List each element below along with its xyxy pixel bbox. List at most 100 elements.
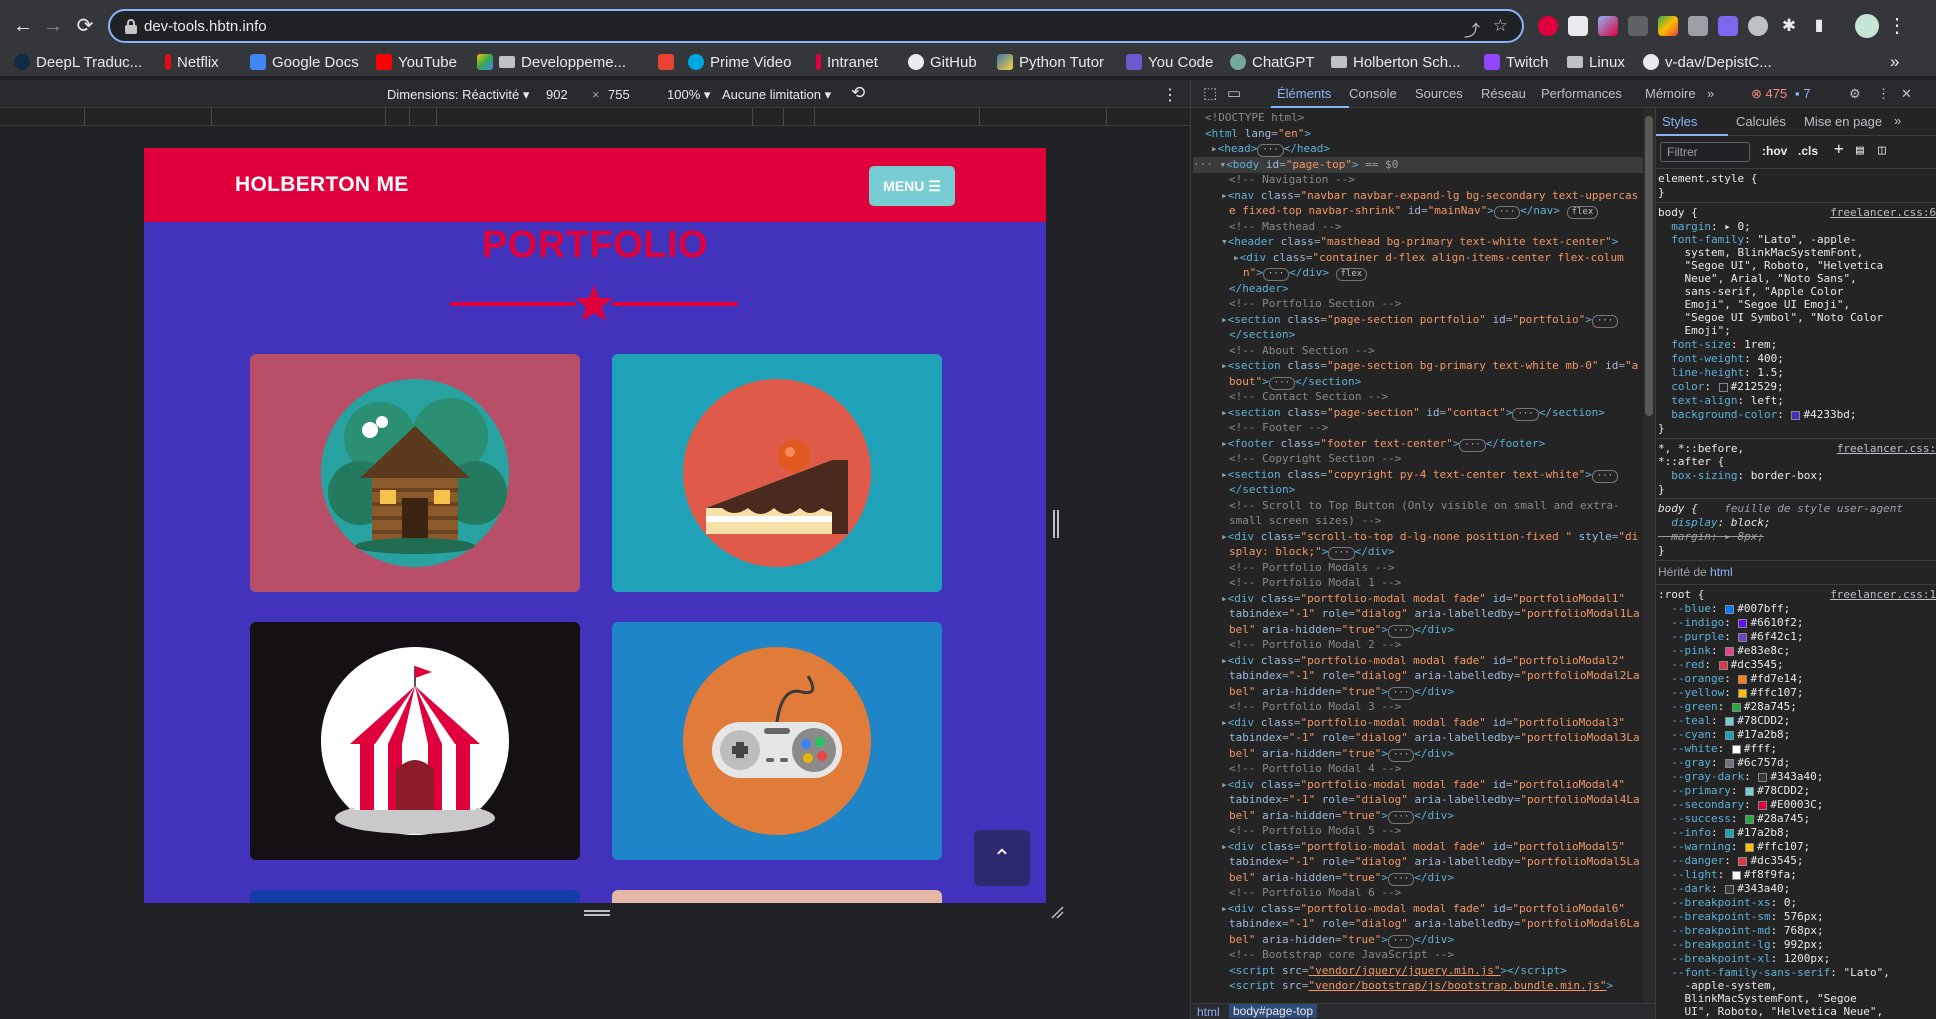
dom-line[interactable]: ▸<nav class="navbar navbar-expand-lg bg-… [1221, 188, 1638, 204]
dom-line[interactable]: <script src="vendor/jquery/jquery.min.js… [1229, 963, 1567, 979]
side-panel-icon[interactable]: ▮ [1806, 13, 1832, 39]
dom-line[interactable]: n"> ··· </div> flex [1243, 265, 1368, 281]
extension-color-icon[interactable] [1598, 16, 1618, 36]
dom-line[interactable]: <!-- Portfolio Modal 3 --> [1229, 699, 1401, 715]
menu-button[interactable]: MENU ☰ [869, 166, 955, 206]
dom-line[interactable]: bel" aria-hidden="true"> ··· </div> [1229, 932, 1454, 948]
dom-line[interactable]: <!-- Masthead --> [1229, 219, 1342, 235]
bookmark-netflix[interactable]: Netflix [165, 52, 219, 72]
bookmark-chatgpt[interactable]: ChatGPT [1230, 52, 1315, 72]
dom-line[interactable]: ▸<section class="copyright py-4 text-cen… [1221, 467, 1619, 483]
extension-grey-icon[interactable] [1628, 16, 1648, 36]
bookmark-twitch[interactable]: Twitch [1484, 52, 1549, 72]
bookmark-holberton[interactable]: Holberton Sch... [1331, 52, 1461, 72]
tab-styles[interactable]: Styles [1662, 115, 1697, 129]
style-rule-universal[interactable]: *, *::before, freelancer.css:46 [1658, 442, 1936, 456]
dom-line[interactable]: small screen sizes) --> [1229, 513, 1381, 529]
hov-toggle[interactable]: :hov [1762, 144, 1787, 159]
device-toggle-icon[interactable]: ▭ [1227, 84, 1241, 102]
styles-filter-input[interactable]: Filtrer [1660, 142, 1750, 162]
extension-red-icon[interactable] [1538, 16, 1558, 36]
tab-layout[interactable]: Mise en page [1804, 115, 1882, 129]
extensions-puzzle-icon[interactable]: ✱ [1776, 13, 1802, 39]
dom-line[interactable]: bel" aria-hidden="true"> ··· </div> [1229, 746, 1454, 762]
throttling-select[interactable]: Aucune limitation ▾ [722, 87, 831, 103]
extension-gear-icon[interactable] [1748, 16, 1768, 36]
elements-scrollbar[interactable] [1643, 108, 1655, 1003]
more-styles-tabs-icon[interactable]: » [1894, 114, 1901, 128]
dom-line[interactable]: ▸<div class="portfolio-modal modal fade"… [1221, 653, 1625, 669]
bookmark-python-tutor[interactable]: Python Tutor [997, 52, 1104, 72]
rotate-icon[interactable]: ⟲ [851, 83, 865, 103]
bookmark-star-icon[interactable]: ☆ [1493, 16, 1508, 36]
zoom-select[interactable]: 100% ▾ [667, 87, 710, 103]
tab-performance[interactable]: Performances [1541, 86, 1622, 101]
bookmark-google-docs[interactable]: Google Docs [250, 52, 359, 72]
dom-line[interactable]: <!-- Contact Section --> [1229, 389, 1388, 405]
dom-line[interactable]: ▸<div class="portfolio-modal modal fade"… [1221, 777, 1625, 793]
dom-line[interactable]: ▸<div class="portfolio-modal modal fade"… [1221, 901, 1625, 917]
bookmark-prime-video[interactable]: Prime Video [688, 52, 791, 72]
dom-line[interactable]: <!-- Footer --> [1229, 420, 1328, 436]
viewport-resize-handle-bottom[interactable] [584, 910, 610, 916]
breadcrumb-body[interactable]: body#page-top [1229, 1004, 1318, 1018]
dom-line[interactable]: <!-- Copyright Section --> [1229, 451, 1401, 467]
tab-console[interactable]: Console [1349, 86, 1397, 101]
dom-line[interactable]: <!-- Portfolio Section --> [1229, 296, 1401, 312]
viewport-resize-corner-icon[interactable] [1050, 905, 1064, 919]
bookmark-developpement[interactable]: Developpeme... [477, 52, 626, 72]
more-bookmarks-icon[interactable]: » [1890, 52, 1899, 72]
dom-line[interactable]: e fixed-top navbar-shrink" id="mainNav">… [1229, 203, 1599, 219]
tab-sources[interactable]: Sources [1415, 86, 1463, 101]
dom-line[interactable]: </section> [1229, 482, 1295, 498]
bookmark-linux[interactable]: Linux [1567, 52, 1625, 72]
height-input[interactable]: 755 [608, 87, 630, 102]
style-rule-root[interactable]: :root { freelancer.css:13 [1658, 588, 1936, 602]
bookmark-depistc[interactable]: v-dav/DepistC... [1643, 52, 1772, 72]
portfolio-item-cake[interactable] [612, 354, 942, 592]
sidebar-toggle-icon[interactable]: ◫ [1878, 144, 1886, 158]
dom-line[interactable]: <!-- Portfolio Modal 1 --> [1229, 575, 1401, 591]
bookmark-deepl[interactable]: DeepL Traduc... [14, 52, 142, 72]
dom-line[interactable]: <!-- About Section --> [1229, 343, 1375, 359]
dom-line[interactable]: ▸<div class="portfolio-modal modal fade"… [1221, 715, 1625, 731]
dom-line[interactable]: <!-- Portfolio Modal 6 --> [1229, 885, 1401, 901]
back-icon[interactable]: ← [10, 13, 36, 39]
dom-line[interactable]: tabindex="-1" role="dialog" aria-labelle… [1229, 916, 1640, 932]
dom-line[interactable]: <html lang="en"> [1205, 126, 1311, 142]
dom-line[interactable]: ▸<footer class="footer text-center"> ··· <… [1221, 436, 1545, 452]
dom-line[interactable]: ▸<div class="container d-flex align-item… [1233, 250, 1624, 266]
bookmark-gmail[interactable] [658, 52, 674, 72]
bookmark-youtube[interactable]: YouTube [376, 52, 457, 72]
dom-line[interactable]: <!-- Navigation --> [1229, 172, 1355, 188]
extension-square-icon[interactable] [1568, 16, 1588, 36]
dom-line[interactable]: <script src="vendor/bootstrap/js/bootstr… [1229, 978, 1613, 994]
dom-line[interactable]: ▸<div class="portfolio-modal modal fade"… [1221, 591, 1625, 607]
dom-line[interactable]: <!-- Portfolio Modals --> [1229, 560, 1395, 576]
style-rule-body[interactable]: body { freelancer.css:61 [1658, 206, 1936, 220]
paint-icon[interactable]: ▤ [1856, 144, 1864, 158]
bookmark-you-code[interactable]: You Code [1126, 52, 1213, 72]
site-brand[interactable]: HOLBERTON ME [235, 173, 409, 197]
dom-line[interactable]: bel" aria-hidden="true"> ··· </div> [1229, 870, 1454, 886]
inspect-element-icon[interactable]: ⬚ [1203, 84, 1217, 102]
extension-rainbow-icon[interactable] [1658, 16, 1678, 36]
settings-gear-icon[interactable]: ⚙ [1849, 86, 1861, 102]
width-input[interactable]: 902 [546, 87, 568, 102]
elements-tree[interactable]: <!DOCTYPE html> <html lang="en"> ▸<head>… [1191, 108, 1643, 1003]
extension-purple-icon[interactable] [1718, 16, 1738, 36]
browser-menu-icon[interactable]: ⋮ [1884, 13, 1910, 39]
viewport-resize-handle-right[interactable] [1053, 510, 1059, 538]
dom-line[interactable]: ▸<section class="page-section portfolio"… [1221, 312, 1619, 328]
dom-line[interactable]: </header> [1229, 281, 1289, 297]
dom-line[interactable]: ▸<head> ··· </head> [1211, 141, 1330, 157]
scroll-to-top-button[interactable]: ⌃ [974, 830, 1030, 886]
bookmark-github[interactable]: GitHub [908, 52, 977, 72]
dom-line[interactable]: </section> [1229, 327, 1295, 343]
dom-line[interactable]: <!-- Bootstrap core JavaScript --> [1229, 947, 1454, 963]
dom-line[interactable]: <!-- Portfolio Modal 4 --> [1229, 761, 1401, 777]
portfolio-item-cabin[interactable] [250, 354, 580, 592]
dom-line[interactable]: ▸<div class="portfolio-modal modal fade"… [1221, 839, 1625, 855]
share-icon[interactable]: ⤴ [1464, 17, 1480, 41]
dom-line[interactable]: <!-- Portfolio Modal 5 --> [1229, 823, 1401, 839]
